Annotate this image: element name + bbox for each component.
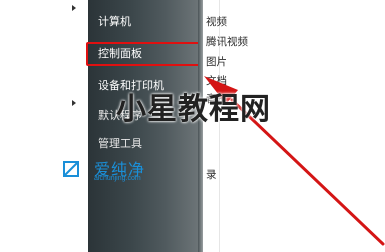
brand-logo-icon [63,161,79,177]
watermark-text: 小星教程网 [116,92,271,127]
brand-url: aichunjing.com [94,175,141,182]
brand-logo: 爱纯净 aichunjing.com [60,156,186,190]
